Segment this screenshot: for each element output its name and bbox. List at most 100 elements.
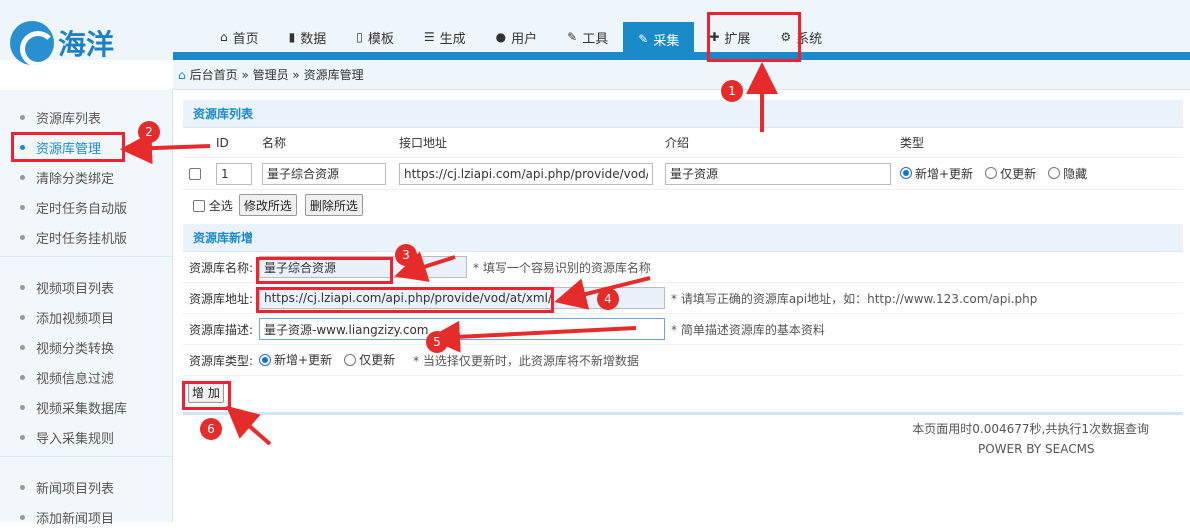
- sidebar-item-label: 资源库管理: [36, 141, 102, 157]
- sidebar-item-label: 定时任务挂机版: [36, 231, 128, 247]
- nav-item-1[interactable]: ▮ 数据: [274, 22, 342, 52]
- nav-label: 首页: [232, 31, 259, 47]
- bullet-icon: [20, 514, 25, 520]
- sidebar-divider: [0, 456, 172, 466]
- sidebar-item[interactable]: 添加新闻项目: [0, 502, 172, 532]
- sidebar-item[interactable]: 视频分类转换: [0, 332, 172, 362]
- type-radios: 新增+更新 仅更新: [259, 351, 407, 369]
- col-id: ID: [216, 135, 229, 150]
- row-id-input[interactable]: [216, 162, 252, 185]
- form-row-api: 资源库地址: * 请填写正确的资源库api地址，如：http://www.123…: [183, 283, 1183, 314]
- sidebar-item[interactable]: 定时任务挂机版: [0, 222, 172, 252]
- sidebar-item[interactable]: 导入采集规则: [0, 422, 172, 452]
- radio-label: 隐藏: [1063, 166, 1088, 181]
- radio-option[interactable]: 隐藏: [1048, 165, 1087, 182]
- radio-button[interactable]: [900, 167, 912, 180]
- home-icon: ⌂: [178, 67, 186, 82]
- sidebar-item-label: 定时任务自动版: [36, 201, 128, 217]
- col-type: 类型: [900, 136, 925, 150]
- bullet-icon: [20, 284, 25, 290]
- radio-label: 新增+更新: [274, 353, 333, 368]
- name-label: 资源库名称:: [189, 260, 254, 275]
- bullet-icon: [20, 404, 25, 410]
- col-desc: 介绍: [665, 136, 690, 150]
- row-api-input[interactable]: [399, 162, 653, 185]
- list-actions: 全选 修改所选 删除所选: [183, 190, 1183, 220]
- divider: [183, 412, 1183, 415]
- breadcrumb-text: 后台首页 » 管理员 » 资源库管理: [189, 68, 364, 82]
- nav-label: 模板: [367, 31, 394, 47]
- select-all-label: 全选: [208, 198, 233, 213]
- desc-hint: * 简单描述资源库的基本资料: [671, 322, 825, 337]
- bullet-icon: [20, 484, 25, 490]
- sidebar-item[interactable]: 定时任务自动版: [0, 192, 172, 222]
- main-content: 资源库列表 ID 名称 接口地址 介绍 类型 新增+更新仅更新隐藏 全选 修改所…: [183, 100, 1183, 415]
- modify-selected-button[interactable]: 修改所选: [238, 194, 297, 216]
- delete-selected-button[interactable]: 删除所选: [304, 194, 363, 216]
- sidebar-item[interactable]: 视频采集数据库: [0, 392, 172, 422]
- select-all-checkbox[interactable]: [193, 200, 205, 212]
- nav-item-2[interactable]: ▯ 模板: [341, 22, 409, 52]
- sidebar-item[interactable]: 添加视频项目: [0, 302, 172, 332]
- radio-button[interactable]: [1048, 167, 1061, 180]
- bullet-icon: [20, 234, 25, 240]
- form-row-type: 资源库类型: 新增+更新 仅更新 * 当选择仅更新时，此资源库将不新增数据: [183, 345, 1183, 376]
- nav-item-0[interactable]: ⌂ 首页: [205, 22, 274, 52]
- add-button[interactable]: 增 加: [188, 381, 224, 403]
- nav-item-3[interactable]: ☰ 生成: [409, 22, 481, 52]
- sidebar-divider: [0, 256, 172, 266]
- gear-icon: ⚙: [780, 30, 792, 44]
- bullet-icon: [20, 204, 25, 210]
- annotation-badge-1: 1: [721, 80, 743, 102]
- bullet-icon: [20, 114, 25, 120]
- nav-item-8[interactable]: ⚙ 系统: [765, 22, 837, 52]
- sidebar-item-label: 导入采集规则: [36, 431, 115, 447]
- nav-item-6[interactable]: ✎ 采集: [623, 22, 695, 56]
- name-input[interactable]: [259, 256, 467, 278]
- annotation-badge-2: 2: [138, 121, 160, 143]
- api-hint: * 请填写正确的资源库api地址，如：http://www.123.com/ap…: [671, 291, 1038, 306]
- logo-wave-icon: [10, 21, 54, 65]
- sidebar-item[interactable]: 视频项目列表: [0, 272, 172, 302]
- radio-option[interactable]: 仅更新: [985, 165, 1036, 182]
- radio-button[interactable]: [344, 353, 357, 366]
- radio-option[interactable]: 新增+更新: [259, 351, 332, 368]
- sidebar-item-label: 新闻项目列表: [36, 481, 115, 497]
- home-icon: ⌂: [220, 30, 228, 44]
- radio-label: 新增+更新: [915, 166, 974, 181]
- user-icon: ●: [495, 30, 507, 44]
- sidebar-item[interactable]: 视频信息过滤: [0, 362, 172, 392]
- nav-label: 扩展: [724, 31, 751, 47]
- sidebar-item[interactable]: 新闻项目列表: [0, 472, 172, 502]
- nav-item-5[interactable]: ✎ 工具: [552, 22, 623, 52]
- sidebar-item-label: 资源库列表: [36, 111, 102, 127]
- annotation-badge-5: 5: [426, 331, 448, 353]
- sidebar-item-label: 添加新闻项目: [36, 511, 115, 527]
- sidebar-item[interactable]: 清除分类绑定: [0, 162, 172, 192]
- row-name-input[interactable]: [262, 162, 386, 185]
- nav-label: 用户: [511, 31, 538, 47]
- radio-option[interactable]: 仅更新: [344, 351, 395, 368]
- add-actions: 增 加: [183, 376, 1183, 408]
- type-label: 资源库类型:: [189, 353, 254, 368]
- row-checkbox[interactable]: [189, 168, 201, 180]
- logo: 海洋: [10, 20, 114, 66]
- desc-label: 资源库描述:: [189, 322, 254, 337]
- sidebar-item-label: 添加视频项目: [36, 311, 115, 327]
- row-type-radios: 新增+更新 仅更新 隐藏: [894, 165, 1105, 183]
- nav-label: 系统: [796, 31, 823, 47]
- nav-label: 生成: [439, 31, 466, 47]
- breadcrumb: ⌂ 后台首页 » 管理员 » 资源库管理: [173, 60, 1190, 90]
- radio-option[interactable]: 新增+更新: [900, 165, 973, 182]
- nav-item-4[interactable]: ● 用户: [481, 22, 553, 52]
- page-stats: 本页面用时0.004677秒,共执行1次数据查询: [912, 422, 1149, 436]
- nav-label: 数据: [300, 31, 327, 47]
- form-row-desc: 资源库描述: * 简单描述资源库的基本资料: [183, 314, 1183, 345]
- sidebar-item-label: 视频分类转换: [36, 341, 115, 357]
- nav-item-7[interactable]: ✚ 扩展: [694, 22, 765, 52]
- radio-button[interactable]: [259, 353, 271, 366]
- bullet-icon: [20, 434, 25, 440]
- radio-button[interactable]: [985, 167, 998, 180]
- desc-input[interactable]: [259, 318, 665, 340]
- row-desc-input[interactable]: [665, 162, 891, 185]
